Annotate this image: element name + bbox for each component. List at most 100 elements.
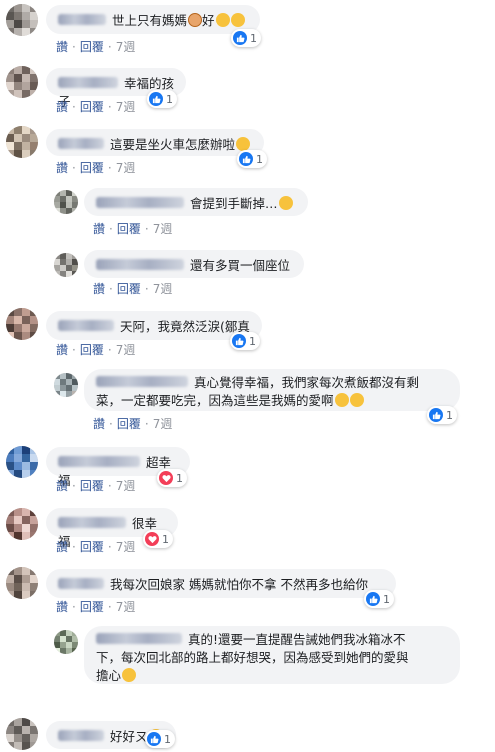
reply-text: 會提到手斷掉… xyxy=(190,196,278,211)
smile-emoji xyxy=(230,12,245,27)
reply-link[interactable]: 回覆 xyxy=(117,282,141,296)
reaction-count[interactable]: 1 xyxy=(237,150,267,168)
like-icon xyxy=(232,334,246,348)
reaction-number: 1 xyxy=(383,592,390,606)
commenter-name[interactable] xyxy=(58,138,104,149)
like-link[interactable]: 讚 xyxy=(56,40,68,54)
commenter-name[interactable] xyxy=(96,259,184,270)
reaction-count[interactable]: 1 xyxy=(147,90,177,108)
reply-link[interactable]: 回覆 xyxy=(80,100,104,114)
commenter-name[interactable] xyxy=(96,633,182,644)
avatar[interactable] xyxy=(54,190,78,214)
avatar[interactable] xyxy=(6,508,38,540)
reaction-number: 1 xyxy=(446,408,453,422)
reply-link[interactable]: 回覆 xyxy=(80,40,104,54)
timestamp[interactable]: 7週 xyxy=(116,161,136,175)
comment-suffix: 好 xyxy=(202,13,215,28)
reaction-number: 1 xyxy=(166,92,173,106)
reply-actions: 讚 · 回覆 · 7週 xyxy=(93,417,173,431)
reply-actions: 讚 · 回覆 · 7週 xyxy=(93,282,173,296)
comment-text: 這要是坐火車怎麼辦啦 xyxy=(110,137,236,152)
reply-bubble: 真的!還要一直提醒告誡她們我冰箱冰不 下，每次回北部的路上都好想哭，因為感受到她… xyxy=(84,626,460,684)
timestamp[interactable]: 7週 xyxy=(153,417,173,431)
like-link[interactable]: 讚 xyxy=(56,161,68,175)
like-link[interactable]: 讚 xyxy=(93,417,105,431)
avatar[interactable] xyxy=(6,308,38,340)
commenter-name[interactable] xyxy=(96,197,184,208)
timestamp[interactable]: 7週 xyxy=(116,540,136,554)
reply-bubble: 還有多買一個座位 xyxy=(84,250,304,278)
like-link[interactable]: 讚 xyxy=(56,100,68,114)
reply-text-line1: 真的!還要一直提醒告誡她們我冰箱冰不 xyxy=(188,632,406,647)
reply-text-line3: 擔心 xyxy=(96,668,122,683)
reply-link[interactable]: 回覆 xyxy=(117,417,141,431)
reaction-count[interactable]: 1 xyxy=(143,530,173,548)
comment-actions: 讚 · 回覆 · 7週 xyxy=(56,479,136,493)
avatar[interactable] xyxy=(6,4,38,36)
reply-text-line2: 菜，一定都要吃完，因為這些是我媽的愛啊 xyxy=(96,393,334,408)
reaction-count[interactable]: 1 xyxy=(427,406,457,424)
like-link[interactable]: 讚 xyxy=(56,343,68,357)
reaction-count[interactable]: 1 xyxy=(364,590,394,608)
reply-link[interactable]: 回覆 xyxy=(80,479,104,493)
like-link[interactable]: 讚 xyxy=(56,479,68,493)
commenter-name[interactable] xyxy=(96,376,188,387)
comment-text: 好好ㄡ xyxy=(110,729,148,744)
like-link[interactable]: 讚 xyxy=(56,540,68,554)
like-icon xyxy=(147,732,161,746)
commenter-name[interactable] xyxy=(58,14,106,25)
commenter-name[interactable] xyxy=(58,578,104,589)
timestamp[interactable]: 7週 xyxy=(153,222,173,236)
comment-text: 我每次回娘家 媽媽就怕你不拿 不然再多也給你 xyxy=(110,577,368,592)
person-emoji xyxy=(188,12,203,27)
timestamp[interactable]: 7週 xyxy=(116,100,136,114)
comment-bubble: 天阿，我竟然泛淚(鄒真 xyxy=(46,311,262,340)
like-icon xyxy=(366,592,380,606)
avatar[interactable] xyxy=(6,446,38,478)
reaction-count[interactable]: 1 xyxy=(157,469,187,487)
avatar[interactable] xyxy=(6,567,38,599)
heart-icon xyxy=(145,532,159,546)
avatar[interactable] xyxy=(54,630,78,654)
like-link[interactable]: 讚 xyxy=(93,222,105,236)
reply-link[interactable]: 回覆 xyxy=(117,222,141,236)
timestamp[interactable]: 7週 xyxy=(116,40,136,54)
reply-text-line2: 下，每次回北部的路上都好想哭，因為感受到她們的愛與 xyxy=(96,650,409,665)
comment-bubble: 世上只有媽媽好 xyxy=(46,5,260,34)
comment-actions: 讚 · 回覆 · 7週 xyxy=(56,100,136,114)
avatar[interactable] xyxy=(6,66,38,98)
reply-text-line1: 真心覺得幸福，我們家每次煮飯都沒有剩 xyxy=(194,375,420,390)
like-icon xyxy=(233,31,247,45)
timestamp[interactable]: 7週 xyxy=(116,479,136,493)
cry-emoji xyxy=(122,667,137,682)
commenter-name[interactable] xyxy=(58,517,126,528)
like-link[interactable]: 讚 xyxy=(56,600,68,614)
shock-emoji xyxy=(278,195,293,210)
timestamp[interactable]: 7週 xyxy=(153,282,173,296)
comment-bubble: 這要是坐火車怎麼辦啦 xyxy=(46,129,264,156)
reaction-count[interactable]: 1 xyxy=(231,29,261,47)
reaction-number: 1 xyxy=(250,31,257,45)
reply-link[interactable]: 回覆 xyxy=(80,600,104,614)
reply-link[interactable]: 回覆 xyxy=(80,161,104,175)
cry-emoji xyxy=(334,392,349,407)
timestamp[interactable]: 7週 xyxy=(116,343,136,357)
reply-link[interactable]: 回覆 xyxy=(80,343,104,357)
reaction-number: 1 xyxy=(176,471,183,485)
comment-actions: 讚 · 回覆 · 7週 xyxy=(56,540,136,554)
avatar[interactable] xyxy=(6,126,38,158)
cry-emoji xyxy=(349,392,364,407)
commenter-name[interactable] xyxy=(58,320,114,331)
reaction-count[interactable]: 1 xyxy=(145,730,175,748)
reaction-count[interactable]: 1 xyxy=(230,332,260,350)
timestamp[interactable]: 7週 xyxy=(116,600,136,614)
commenter-name[interactable] xyxy=(58,730,104,741)
reply-link[interactable]: 回覆 xyxy=(80,540,104,554)
avatar[interactable] xyxy=(54,373,78,397)
like-link[interactable]: 讚 xyxy=(93,282,105,296)
reaction-number: 1 xyxy=(164,732,171,746)
avatar[interactable] xyxy=(6,718,38,750)
commenter-name[interactable] xyxy=(58,77,118,88)
avatar[interactable] xyxy=(54,253,78,277)
commenter-name[interactable] xyxy=(58,456,140,467)
